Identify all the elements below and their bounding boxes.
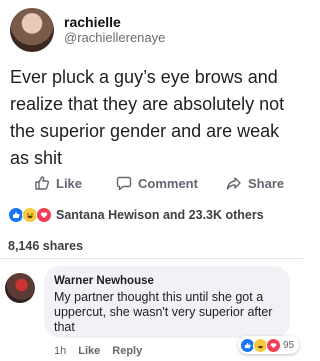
post-header: rachielle @rachiellerenaye [10,6,165,54]
author-names: rachielle @rachiellerenaye [64,14,165,45]
like-label: Like [56,175,83,191]
comment-bubble-icon [116,175,132,191]
share-arrow-icon [226,175,242,191]
comment-meta: 1h Like Reply [54,345,142,357]
love-icon [266,337,281,353]
reactions-text: Santana Hewison and 23.3K others [56,208,264,222]
comment-button[interactable]: Comment [116,175,198,191]
post-actions: Like Comment Share [0,172,303,194]
comment-label: Comment [138,175,198,191]
thumbs-up-icon [34,175,50,191]
like-button[interactable]: Like [34,175,82,191]
commenter-name[interactable]: Warner Newhouse [54,275,154,287]
author-name[interactable]: rachielle [64,14,165,30]
comment-reaction-count: 95 [283,339,295,351]
share-button[interactable]: Share [226,175,284,191]
reactions-summary[interactable]: Santana Hewison and 23.3K others [8,206,264,224]
comment-bubble: Warner Newhouse My partner thought this … [44,266,290,338]
facebook-post: rachielle @rachiellerenaye Ever pluck a … [0,0,303,361]
author-avatar[interactable] [10,8,54,52]
comment-time[interactable]: 1h [54,345,66,357]
post-text: Ever pluck a guy’s eye brows and realize… [10,67,285,168]
love-icon [36,207,52,223]
comment-text: My partner thought this until she got a … [54,290,273,334]
comment-reply-link[interactable]: Reply [112,345,142,357]
comment-reactions[interactable]: 95 [238,336,300,354]
reaction-icons [8,207,52,223]
shares-count[interactable]: 8,146 shares [8,239,83,253]
author-handle: @rachiellerenaye [64,29,166,45]
comment-like-link[interactable]: Like [78,345,100,357]
divider [0,258,303,259]
commenter-avatar[interactable] [5,273,35,303]
share-label: Share [248,175,285,191]
